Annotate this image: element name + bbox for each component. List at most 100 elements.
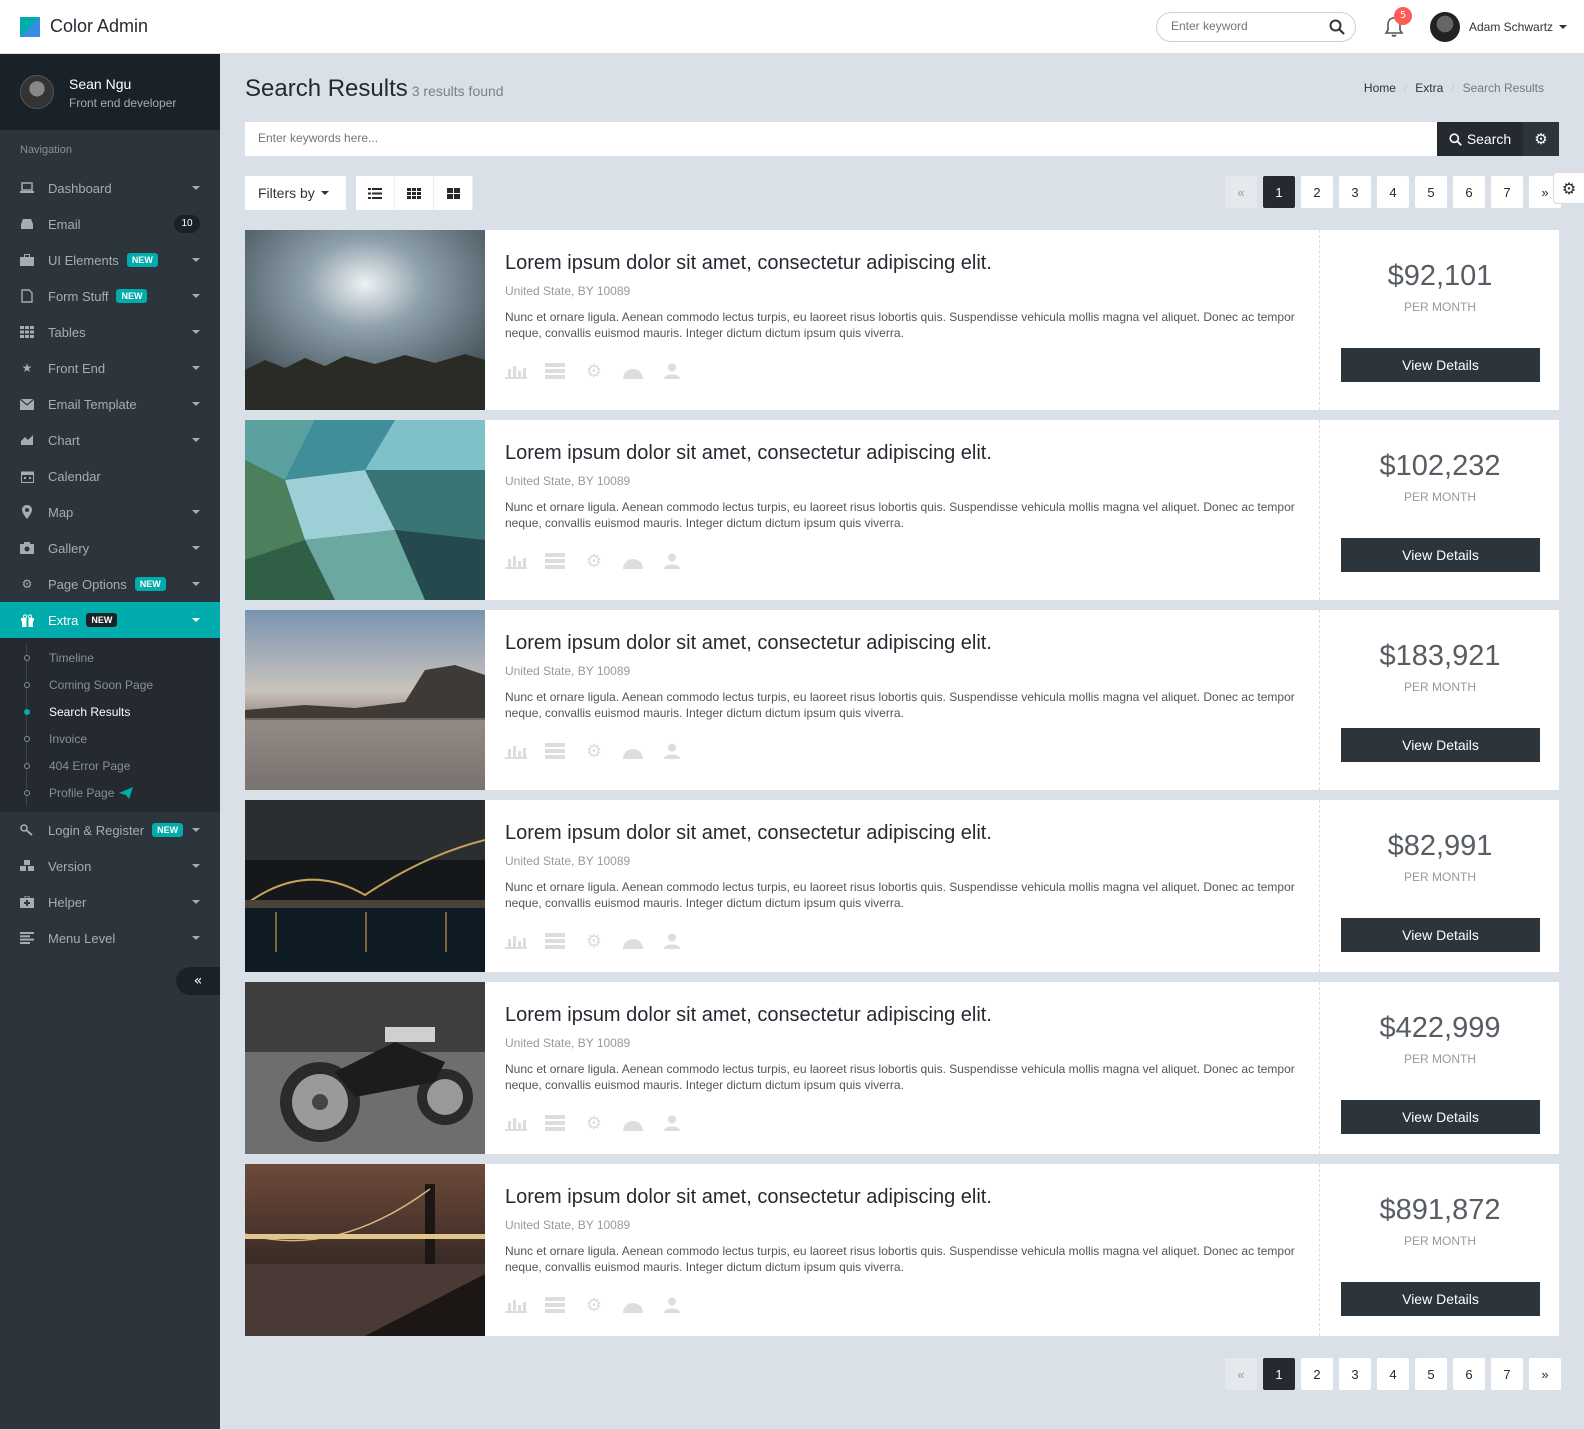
bar-chart-icon[interactable]	[505, 741, 527, 761]
result-title[interactable]: Lorem ipsum dolor sit amet, consectetur …	[505, 442, 1305, 465]
result-image-sky[interactable]	[245, 230, 485, 410]
large-grid-view-button[interactable]	[434, 176, 473, 210]
user-icon[interactable]	[661, 931, 683, 951]
theme-panel-toggle[interactable]: ⚙	[1553, 172, 1584, 204]
bar-chart-icon[interactable]	[505, 1113, 527, 1133]
page-button-2[interactable]: 2	[1301, 1358, 1333, 1390]
sidebar-item-extra[interactable]: Extra NEW	[0, 602, 220, 638]
server-icon[interactable]	[544, 741, 566, 761]
cog-icon[interactable]: ⚙	[583, 1295, 605, 1316]
result-image-bridge-dusk[interactable]	[245, 1164, 485, 1336]
page-button-6[interactable]: 6	[1453, 1358, 1485, 1390]
page-button-2[interactable]: 2	[1301, 176, 1333, 208]
sidebar-item-helper[interactable]: Helper	[0, 884, 220, 920]
sidebar-collapse-button[interactable]: «	[176, 967, 220, 995]
bar-chart-icon[interactable]	[505, 931, 527, 951]
sidebar-item-gallery[interactable]: Gallery	[0, 530, 220, 566]
submenu-item-coming-soon[interactable]: Coming Soon Page	[0, 671, 220, 698]
server-icon[interactable]	[544, 1113, 566, 1133]
submenu-item-invoice[interactable]: Invoice	[0, 725, 220, 752]
user-icon[interactable]	[661, 361, 683, 381]
submenu-item-search-results[interactable]: Search Results	[0, 698, 220, 725]
cog-icon[interactable]: ⚙	[583, 361, 605, 382]
page-button-6[interactable]: 6	[1453, 176, 1485, 208]
cog-icon[interactable]: ⚙	[583, 551, 605, 572]
sidebar-item-email-template[interactable]: Email Template	[0, 386, 220, 422]
user-icon[interactable]	[661, 741, 683, 761]
view-details-button[interactable]: View Details	[1341, 538, 1540, 572]
bar-chart-icon[interactable]	[505, 1295, 527, 1315]
user-icon[interactable]	[661, 1295, 683, 1315]
result-image-motorcycle[interactable]	[245, 982, 485, 1154]
submenu-item-profile[interactable]: Profile Page	[0, 779, 220, 806]
cog-icon[interactable]: ⚙	[583, 1113, 605, 1134]
dashboard-icon[interactable]	[622, 1295, 644, 1315]
cog-icon[interactable]: ⚙	[583, 741, 605, 762]
sidebar-item-ui-elements[interactable]: UI Elements NEW	[0, 242, 220, 278]
sidebar-item-calendar[interactable]: Calendar	[0, 458, 220, 494]
result-title[interactable]: Lorem ipsum dolor sit amet, consectetur …	[505, 252, 1305, 275]
sidebar-item-menu-level[interactable]: Menu Level	[0, 920, 220, 956]
main-search-input[interactable]	[258, 131, 1358, 145]
sidebar-item-map[interactable]: Map	[0, 494, 220, 530]
submenu-item-timeline[interactable]: Timeline	[0, 644, 220, 671]
page-prev-button[interactable]: «	[1225, 1358, 1257, 1390]
user-icon[interactable]	[661, 551, 683, 571]
sidebar-item-form-stuff[interactable]: Form Stuff NEW	[0, 278, 220, 314]
view-details-button[interactable]: View Details	[1341, 348, 1540, 382]
sidebar-item-page-options[interactable]: ⚙ Page Options NEW	[0, 566, 220, 602]
result-title[interactable]: Lorem ipsum dolor sit amet, consectetur …	[505, 822, 1305, 845]
sidebar-profile[interactable]: Sean Ngu Front end developer	[0, 54, 220, 130]
sidebar-item-version[interactable]: Version	[0, 848, 220, 884]
user-icon[interactable]	[661, 1113, 683, 1133]
cog-icon[interactable]: ⚙	[583, 931, 605, 952]
result-image-lake[interactable]	[245, 610, 485, 790]
dashboard-icon[interactable]	[622, 741, 644, 761]
view-details-button[interactable]: View Details	[1341, 918, 1540, 952]
filters-dropdown[interactable]: Filters by	[245, 176, 346, 210]
page-button-1[interactable]: 1	[1263, 176, 1295, 208]
sidebar-item-chart[interactable]: Chart	[0, 422, 220, 458]
sidebar-item-dashboard[interactable]: Dashboard	[0, 170, 220, 206]
result-title[interactable]: Lorem ipsum dolor sit amet, consectetur …	[505, 632, 1305, 655]
header-search-input[interactable]	[1171, 19, 1321, 33]
page-button-3[interactable]: 3	[1339, 1358, 1371, 1390]
server-icon[interactable]	[544, 551, 566, 571]
grid-view-button[interactable]	[395, 176, 434, 210]
page-prev-button[interactable]: «	[1225, 176, 1257, 208]
brand[interactable]: Color Admin	[20, 16, 148, 37]
sidebar-item-tables[interactable]: Tables	[0, 314, 220, 350]
server-icon[interactable]	[544, 1295, 566, 1315]
result-title[interactable]: Lorem ipsum dolor sit amet, consectetur …	[505, 1186, 1305, 1209]
breadcrumb-home[interactable]: Home	[1364, 81, 1396, 95]
bar-chart-icon[interactable]	[505, 361, 527, 381]
page-button-4[interactable]: 4	[1377, 176, 1409, 208]
page-next-button[interactable]: »	[1529, 1358, 1561, 1390]
server-icon[interactable]	[544, 931, 566, 951]
dashboard-icon[interactable]	[622, 1113, 644, 1133]
search-settings-button[interactable]: ⚙	[1523, 122, 1559, 156]
view-details-button[interactable]: View Details	[1341, 1282, 1540, 1316]
dashboard-icon[interactable]	[622, 551, 644, 571]
page-button-3[interactable]: 3	[1339, 176, 1371, 208]
sidebar-item-login-register[interactable]: Login & Register NEW	[0, 812, 220, 848]
list-view-button[interactable]	[356, 176, 395, 210]
user-menu[interactable]: Adam Schwartz	[1430, 12, 1568, 42]
result-image-bridge-night[interactable]	[245, 800, 485, 972]
result-image-crystal[interactable]	[245, 420, 485, 600]
view-details-button[interactable]: View Details	[1341, 1100, 1540, 1134]
dashboard-icon[interactable]	[622, 361, 644, 381]
view-details-button[interactable]: View Details	[1341, 728, 1540, 762]
server-icon[interactable]	[544, 361, 566, 381]
breadcrumb-extra[interactable]: Extra	[1415, 81, 1443, 95]
page-button-5[interactable]: 5	[1415, 176, 1447, 208]
bar-chart-icon[interactable]	[505, 551, 527, 571]
submenu-item-404[interactable]: 404 Error Page	[0, 752, 220, 779]
page-button-4[interactable]: 4	[1377, 1358, 1409, 1390]
page-button-7[interactable]: 7	[1491, 176, 1523, 208]
page-button-7[interactable]: 7	[1491, 1358, 1523, 1390]
result-title[interactable]: Lorem ipsum dolor sit amet, consectetur …	[505, 1004, 1305, 1027]
search-icon[interactable]	[1329, 19, 1345, 35]
page-button-1[interactable]: 1	[1263, 1358, 1295, 1390]
sidebar-item-front-end[interactable]: ★ Front End	[0, 350, 220, 386]
